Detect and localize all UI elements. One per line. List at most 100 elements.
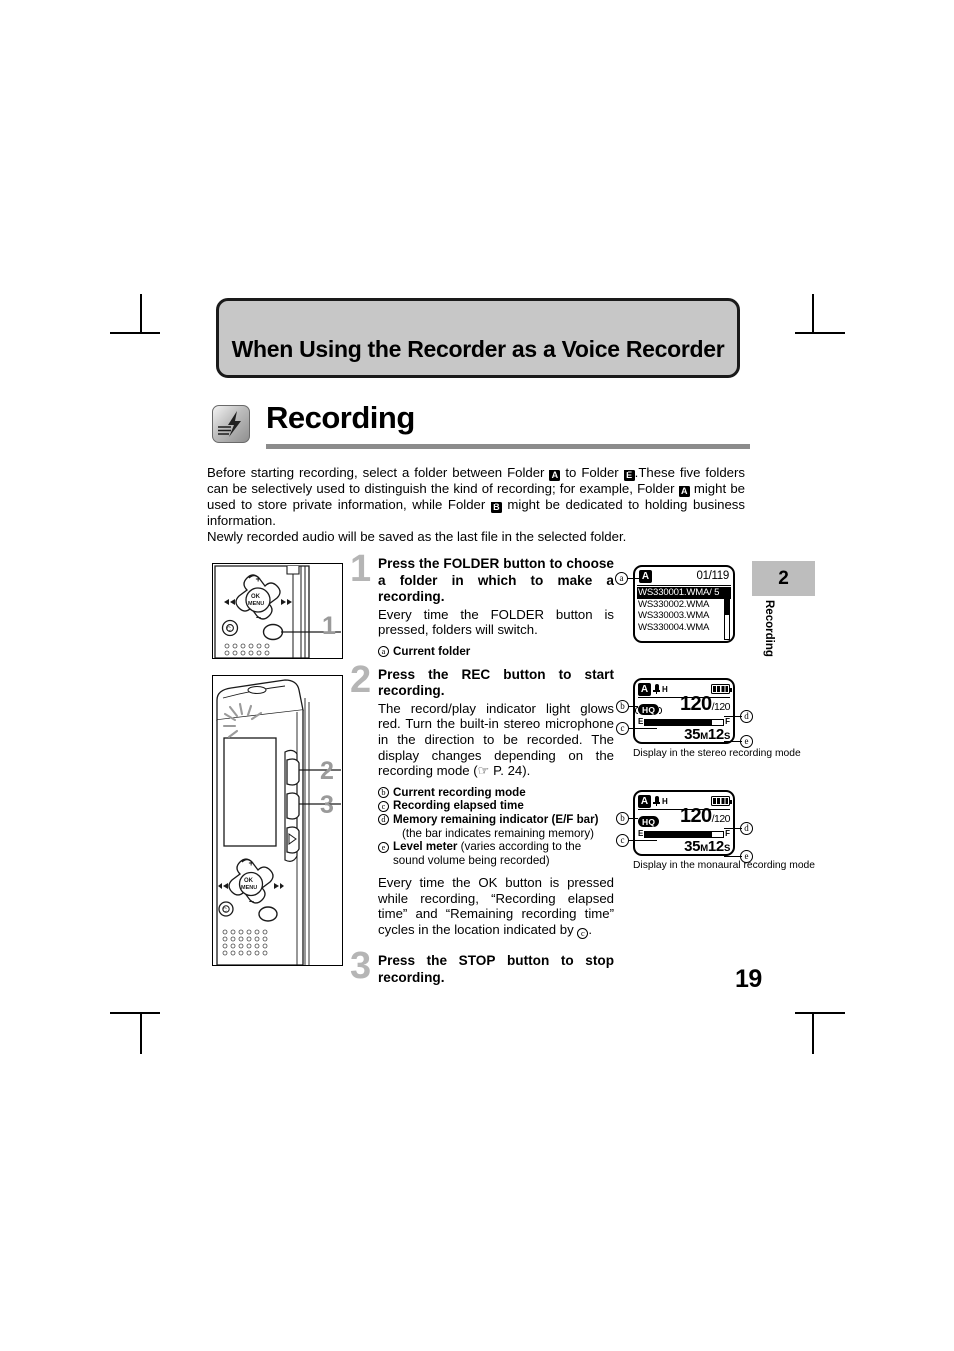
step-1: 1 Press the FOLDER button to choose a fo… — [350, 550, 614, 659]
folder-badge-icon: A — [639, 569, 652, 583]
ef-empty-label: E — [638, 717, 644, 727]
svg-text:C: C — [227, 627, 232, 633]
callout-c-mono-leader — [629, 840, 657, 842]
folder-badge-icon: A — [638, 794, 651, 808]
ok-note-text-1: Every time the OK button is pressed whil… — [378, 875, 614, 938]
legend-item-b: b Current recording mode — [378, 786, 614, 800]
step-2: 2 Press the REC button to start recordin… — [350, 661, 614, 940]
callout-a: a — [615, 572, 628, 585]
ok-note-text-2: . — [588, 922, 593, 938]
step-3-title-key: STOP — [458, 953, 496, 969]
crop-mark-br-h — [795, 1012, 845, 1014]
list-item[interactable]: WS330004.WMA — [637, 622, 731, 634]
callout-b-mono: b — [616, 812, 629, 825]
callout-b-mono-leader — [629, 818, 638, 820]
callout-c-mono: c — [616, 834, 629, 847]
step-2-title: Press the REC button to start recording. — [378, 667, 614, 700]
lcd-stereo-mainrow: HQ 120/120 — [635, 693, 731, 716]
svg-text:+: + — [249, 858, 254, 868]
callout-d-stereo-leader — [724, 716, 742, 718]
microphone-icon — [653, 795, 660, 807]
callout-marker-e: e — [378, 841, 389, 853]
battery-full-icon — [711, 684, 733, 694]
crop-mark-tl-v — [140, 294, 142, 334]
callout-d-mono-leader — [724, 828, 742, 830]
remaining-time-total: /120 — [711, 701, 731, 714]
recording-mode-badge: HQ — [635, 704, 663, 716]
folder-a2-icon: A — [678, 486, 690, 497]
scrollbar[interactable] — [724, 588, 730, 640]
elapsed-minutes-unit: M — [700, 843, 708, 855]
step-2-legend: b Current recording mode c Recording elaps… — [378, 786, 614, 868]
section-rule — [266, 444, 750, 449]
crop-mark-tl-h — [110, 332, 160, 334]
step-2-number: 2 — [350, 658, 372, 701]
svg-text:OK: OK — [251, 594, 261, 600]
legend-label-d: Memory remaining indicator (E/F bar) — [393, 812, 599, 826]
ef-full-label: F — [725, 829, 730, 839]
lcd-stereo-display: A H HQ 120/120 E F 35M12S — [633, 678, 735, 744]
crop-mark-br-v — [812, 1012, 814, 1054]
lcd-stereo-caption: Display in the stereo recording mode — [633, 748, 801, 759]
list-item[interactable]: WS330001.WMA/ 5 — [637, 587, 731, 599]
callout-b-stereo-leader — [629, 706, 638, 708]
recording-mode-label: HQ — [642, 705, 656, 716]
ef-bar-fill — [645, 719, 713, 725]
callout-marker-c-inline: c — [577, 928, 589, 940]
svg-text:+: + — [256, 574, 261, 584]
step-1-number: 1 — [350, 548, 372, 590]
list-item[interactable]: WS330002.WMA — [637, 599, 731, 611]
chapter-banner-title: When Using the Recorder as a Voice Recor… — [231, 336, 725, 362]
legend-label-a: Current folder — [393, 644, 471, 658]
intro-paragraph: Before starting recording, select a fold… — [207, 465, 745, 544]
svg-text:–: – — [249, 896, 254, 906]
ef-empty-label: E — [638, 829, 644, 839]
callout-marker-d: d — [378, 814, 389, 826]
callout-a-leader — [628, 578, 640, 580]
callout-marker-a: a — [378, 646, 389, 658]
legend-sub-d: (the bar indicates remaining memory) — [402, 826, 595, 840]
recording-icon — [212, 405, 250, 443]
legend-item-a: a Current folder — [378, 645, 614, 659]
remaining-time: 120/120 — [679, 693, 731, 716]
ef-bar — [644, 718, 725, 726]
callout-c-stereo: c — [616, 722, 629, 735]
remaining-time: 120/120 — [680, 806, 731, 828]
svg-text:MENU: MENU — [241, 885, 257, 891]
chapter-banner: When Using the Recorder as a Voice Recor… — [216, 298, 740, 378]
step-3: 3 Press the STOP button to stop recordin… — [350, 947, 614, 986]
stereo-mark-left-icon — [635, 706, 638, 714]
intro-text-1: Before starting recording, select a fold… — [207, 465, 550, 480]
elapsed-seconds-unit: S — [723, 843, 730, 855]
legend-label-b: Current recording mode — [393, 785, 526, 799]
recording-elapsed-time: 35M12S — [638, 727, 730, 743]
file-list: WS330001.WMA/ 5 WS330002.WMA WS330003.WM… — [635, 586, 733, 633]
scrollbar-thumb[interactable] — [725, 589, 729, 615]
intro-text-6: Newly recorded audio will be saved as th… — [207, 528, 627, 544]
callout-b-stereo: b — [616, 700, 629, 713]
device-illustration-top: + – OK MENU C — [212, 563, 343, 659]
lcd-mono-wrap: A H HQ 120/120 E F 35M12S Display in the… — [633, 790, 815, 872]
crop-mark-tr-h — [795, 332, 845, 334]
svg-text:C: C — [223, 908, 228, 914]
callout-e-mono-leader — [724, 856, 742, 858]
mic-sensitivity-label: H — [662, 684, 668, 694]
manual-page: When Using the Recorder as a Voice Recor… — [0, 0, 954, 1351]
step-1-title-key: FOLDER — [443, 556, 500, 571]
recording-mode-badge: HQ — [638, 816, 660, 828]
microphone-icon — [653, 683, 660, 695]
folder-badge-icon: A — [638, 682, 651, 696]
legend-label-e: Level meter — [393, 840, 458, 854]
callout-marker-c: c — [378, 800, 389, 812]
ef-bar-fill — [645, 831, 713, 837]
lcd-mono-display: A H HQ 120/120 E F 35M12S — [633, 790, 735, 856]
step-2-body: The record/play indicator light glows re… — [378, 700, 614, 779]
elapsed-minutes-unit: M — [700, 731, 708, 743]
remaining-time-value: 120 — [679, 693, 712, 716]
list-item[interactable]: WS330003.WMA — [637, 610, 731, 622]
step-2-title-pre: Press the — [378, 666, 462, 682]
folder-a-icon: A — [549, 470, 561, 481]
page-number: 19 — [735, 965, 762, 993]
step-1-body: Every time the FOLDER button is pressed,… — [378, 606, 614, 638]
lcd-file-list: A 01/119 WS330001.WMA/ 5 WS330002.WMA WS… — [633, 565, 735, 643]
